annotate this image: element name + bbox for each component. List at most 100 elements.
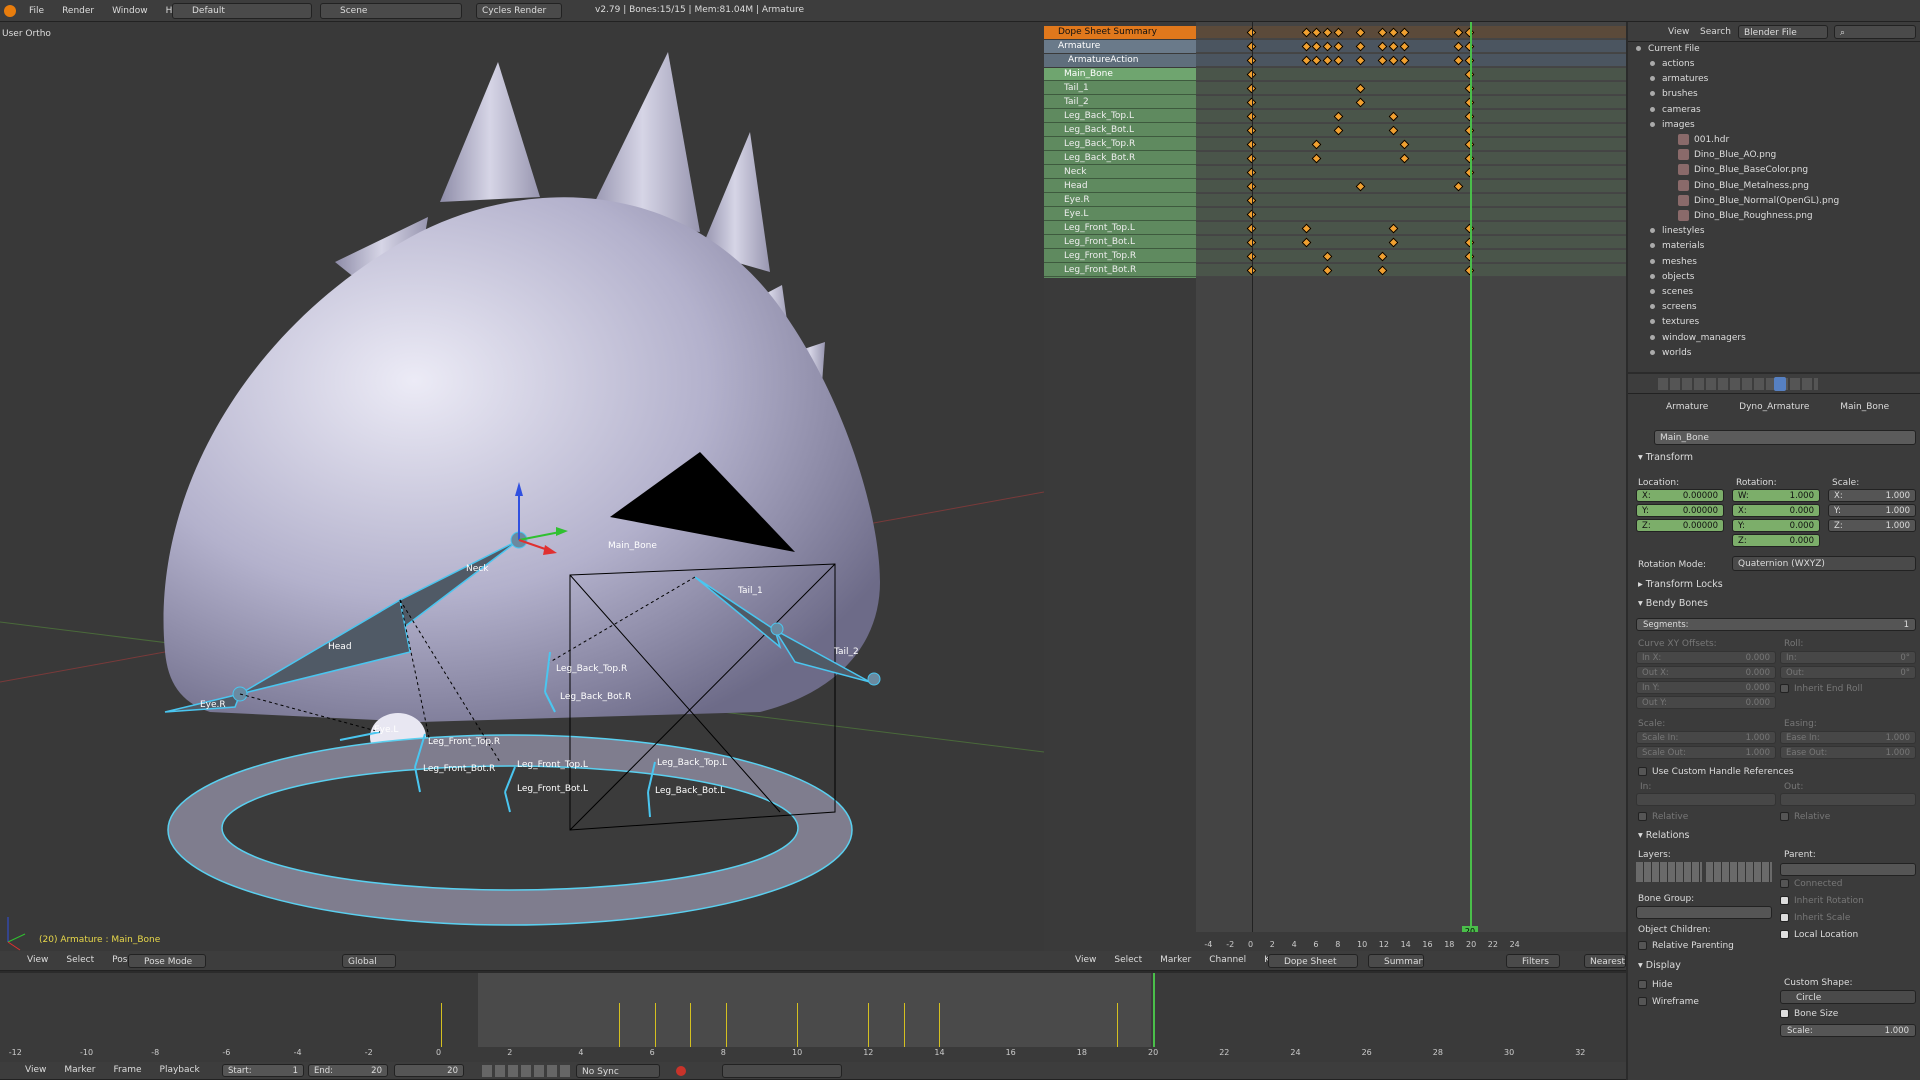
- handle-out-field[interactable]: [1780, 793, 1916, 806]
- ds-snap-select[interactable]: Nearest Fr: [1584, 954, 1626, 968]
- current-frame-badge[interactable]: 20: [1462, 926, 1478, 932]
- number-field[interactable]: Z: 0.00000: [1636, 519, 1724, 532]
- number-field[interactable]: Ease In: 1.000: [1780, 731, 1916, 744]
- outliner-image[interactable]: Dino_Blue_Normal(OpenGL).png: [1678, 194, 1839, 209]
- bone-layers-grid-2[interactable]: [1706, 862, 1772, 882]
- menu-file[interactable]: File: [20, 0, 53, 22]
- start-frame-field[interactable]: Start: 1: [222, 1064, 304, 1077]
- current-frame-field[interactable]: 20: [394, 1064, 464, 1077]
- channel-row[interactable]: Leg_Back_Bot.L: [1044, 124, 1198, 137]
- channel-action[interactable]: ArmatureAction: [1044, 54, 1196, 67]
- keyframe[interactable]: [1388, 41, 1399, 52]
- local-location-checkbox[interactable]: Local Location: [1780, 930, 1858, 940]
- keyframe[interactable]: [1301, 237, 1311, 248]
- keyframe[interactable]: [1355, 97, 1366, 108]
- bone-size-checkbox[interactable]: Bone Size: [1780, 1009, 1838, 1019]
- playback-controls[interactable]: [482, 1065, 570, 1077]
- outliner-item[interactable]: brushes: [1650, 87, 1698, 102]
- number-field[interactable]: Scale Out: 1.000: [1636, 746, 1776, 759]
- bone-tab-icon[interactable]: [1774, 377, 1786, 391]
- number-field[interactable]: In: 0°: [1780, 651, 1916, 664]
- expand-icon[interactable]: [1650, 61, 1655, 66]
- expand-icon[interactable]: [1650, 91, 1655, 97]
- outliner-item[interactable]: meshes: [1650, 255, 1697, 270]
- outliner-item[interactable]: actions: [1650, 57, 1694, 72]
- ol-search-input[interactable]: ⌕: [1834, 25, 1916, 39]
- channel-row[interactable]: Neck: [1044, 166, 1198, 179]
- ds-menu-view[interactable]: View: [1066, 950, 1105, 970]
- keyframe[interactable]: [1388, 111, 1399, 122]
- channel-row[interactable]: Tail_1: [1044, 82, 1198, 95]
- ds-summary-toggle[interactable]: Summary: [1368, 954, 1424, 968]
- keyframe[interactable]: [1322, 27, 1333, 38]
- tl-menu-marker[interactable]: Marker: [55, 1060, 104, 1080]
- transform-panel-title[interactable]: ▾ Transform: [1638, 452, 1693, 463]
- bone-name-field[interactable]: Main_Bone: [1654, 430, 1916, 445]
- number-field[interactable]: Out X: 0.000: [1636, 666, 1776, 679]
- mode-select[interactable]: Pose Mode: [128, 954, 206, 968]
- tl-menu-frame[interactable]: Frame: [104, 1060, 150, 1080]
- bendy-bones-panel[interactable]: ▾ Bendy Bones: [1638, 598, 1708, 609]
- keyframe[interactable]: [1453, 181, 1464, 192]
- ds-mode-select[interactable]: Dope Sheet: [1268, 954, 1358, 968]
- channel-row[interactable]: Leg_Back_Top.R: [1044, 138, 1198, 151]
- channel-summary[interactable]: Dope Sheet Summary: [1044, 26, 1196, 39]
- keyframe[interactable]: [1333, 41, 1344, 52]
- outliner-item[interactable]: armatures: [1650, 72, 1708, 87]
- expand-icon[interactable]: [1650, 349, 1655, 355]
- keyframe[interactable]: [1377, 265, 1388, 276]
- relative-parenting-checkbox[interactable]: Relative Parenting: [1638, 941, 1734, 951]
- keyframe[interactable]: [1453, 41, 1464, 52]
- relative-in-checkbox[interactable]: Relative: [1638, 812, 1688, 822]
- orientation-select[interactable]: Global: [342, 954, 396, 968]
- outliner-image[interactable]: Dino_Blue_AO.png: [1678, 148, 1776, 163]
- handle-in-field[interactable]: [1636, 793, 1776, 806]
- keyframe[interactable]: [1311, 139, 1322, 150]
- number-field[interactable]: In Y: 0.000: [1636, 681, 1776, 694]
- shape-scale-field[interactable]: Scale: 1.000: [1780, 1024, 1916, 1037]
- menu-render[interactable]: Render: [53, 0, 103, 22]
- keyframe[interactable]: [1388, 27, 1399, 38]
- tl-menu-view[interactable]: View: [16, 1060, 55, 1080]
- relative-out-checkbox[interactable]: Relative: [1780, 812, 1830, 822]
- keyframe[interactable]: [1388, 125, 1399, 136]
- ol-view-menu[interactable]: View: [1668, 27, 1689, 37]
- keyframe[interactable]: [1388, 55, 1399, 66]
- render-engine-select[interactable]: Cycles Render: [476, 3, 562, 19]
- record-button[interactable]: [676, 1066, 686, 1076]
- expand-icon[interactable]: [1650, 273, 1655, 279]
- ol-search-menu[interactable]: Search: [1700, 27, 1731, 37]
- expand-icon[interactable]: [1650, 319, 1655, 325]
- keyframe[interactable]: [1377, 251, 1388, 262]
- bc-armature[interactable]: Armature: [1666, 402, 1708, 412]
- number-field[interactable]: Y: 0.00000: [1636, 504, 1724, 517]
- outliner-image[interactable]: 001.hdr: [1678, 133, 1729, 148]
- properties-editor[interactable]: Armature Dyno_Armature Main_Bone Main_Bo…: [1628, 374, 1920, 1080]
- keyframe[interactable]: [1301, 41, 1311, 52]
- timeline-editor[interactable]: -12 -10 -8 -6 -4 -2 0 2 4 6 8 10 12 14 16 18 20 22 24 26 28 3…: [0, 973, 1626, 1065]
- outliner-image[interactable]: Dino_Blue_Metalness.png: [1678, 179, 1809, 194]
- expand-icon[interactable]: [1650, 106, 1655, 112]
- outliner-item[interactable]: linestyles: [1650, 224, 1705, 239]
- outliner-item[interactable]: materials: [1650, 239, 1704, 254]
- number-field[interactable]: X: 0.000: [1732, 504, 1820, 517]
- keyframe[interactable]: [1322, 41, 1333, 52]
- bone-group-field[interactable]: [1636, 906, 1772, 919]
- timeline-current-frame[interactable]: [1153, 973, 1155, 1047]
- display-panel[interactable]: ▾ Display: [1638, 960, 1681, 971]
- connected-checkbox[interactable]: Connected: [1780, 879, 1842, 889]
- vp-menu-view[interactable]: View: [18, 950, 57, 970]
- end-frame-field[interactable]: End: 20: [308, 1064, 388, 1077]
- expand-icon[interactable]: [1650, 289, 1655, 294]
- outliner-item[interactable]: window_managers: [1650, 331, 1746, 346]
- transform-locks-panel[interactable]: ▸ Transform Locks: [1638, 579, 1723, 590]
- outliner-image[interactable]: Dino_Blue_BaseColor.png: [1678, 163, 1808, 178]
- ds-menu-select[interactable]: Select: [1105, 950, 1151, 970]
- expand-icon[interactable]: [1650, 334, 1655, 340]
- vp-menu-select[interactable]: Select: [57, 950, 103, 970]
- keyframe[interactable]: [1311, 55, 1322, 66]
- keyframe[interactable]: [1377, 27, 1388, 38]
- expand-icon[interactable]: [1650, 121, 1655, 127]
- ds-filters-button[interactable]: Filters: [1506, 954, 1560, 968]
- outliner-item[interactable]: textures: [1650, 315, 1699, 330]
